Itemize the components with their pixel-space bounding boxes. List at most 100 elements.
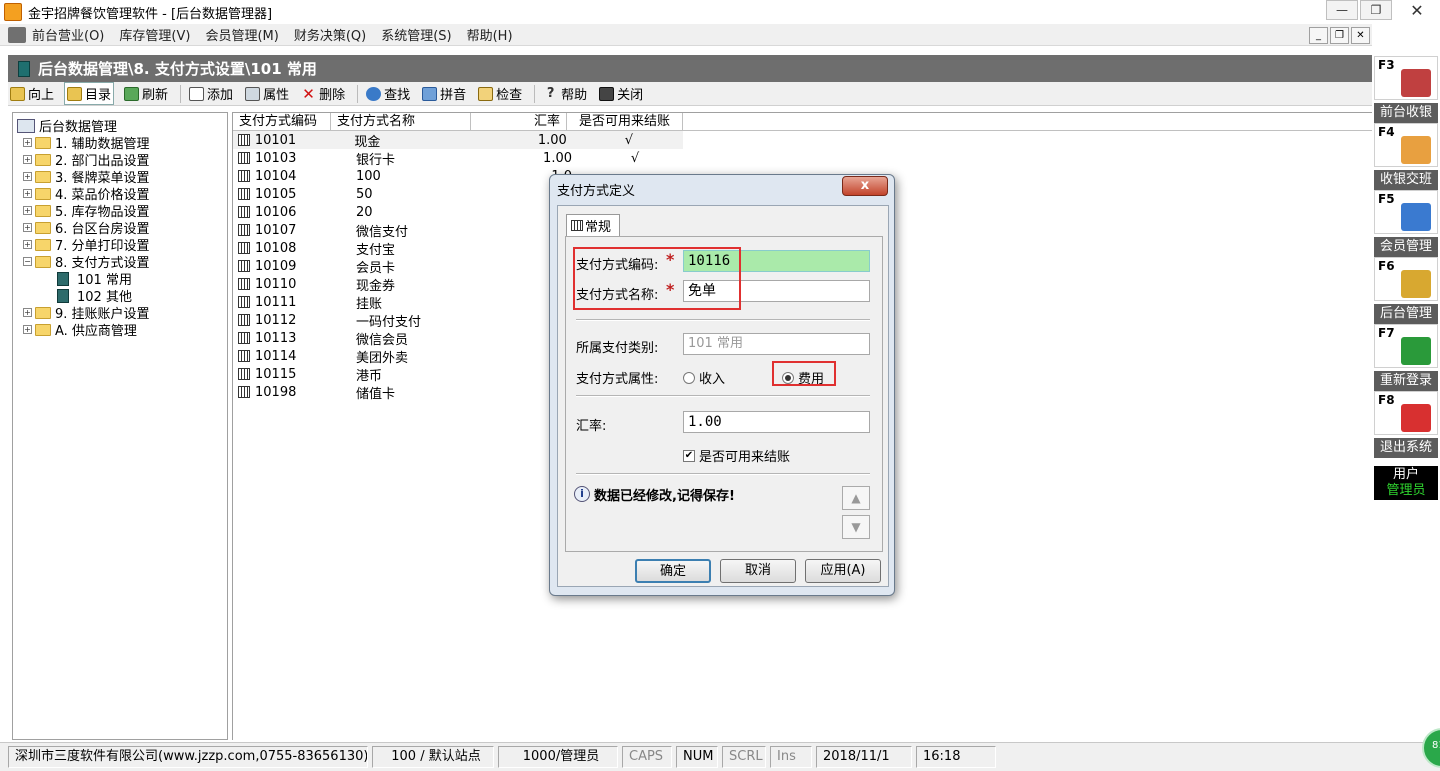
tree-root[interactable]: 后台数据管理: [17, 117, 227, 135]
grid-icon: [238, 152, 250, 164]
mdi-restore-button[interactable]: ❐: [1330, 27, 1349, 44]
move-up-button[interactable]: ▲: [842, 486, 870, 510]
pinyin-button[interactable]: 拼音: [420, 83, 468, 104]
restore-button[interactable]: ❐: [1360, 0, 1392, 20]
column-header-code[interactable]: 支付方式编码: [233, 113, 331, 131]
tree-item[interactable]: +4. 菜品价格设置: [17, 185, 227, 203]
cell-code: 10109: [255, 258, 297, 274]
menu-finance[interactable]: 财务决策(Q): [294, 25, 366, 44]
tree-item[interactable]: +1. 辅助数据管理: [17, 134, 227, 152]
refresh-button[interactable]: 刷新: [122, 83, 170, 104]
expand-icon[interactable]: +: [23, 138, 32, 147]
expand-icon[interactable]: +: [23, 223, 32, 232]
folder-up-icon: [10, 86, 25, 101]
cell-name: 银行卡: [356, 152, 396, 168]
tree-item-101[interactable]: 101 常用: [17, 270, 227, 288]
f8-exit-button[interactable]: F8 退出系统: [1374, 391, 1438, 458]
status-company: 深圳市三度软件有限公司(www.jzzp.com,0755-83656130): [8, 746, 368, 768]
delete-button[interactable]: ✕ 删除: [299, 83, 347, 104]
dialog-close-button[interactable]: x: [842, 176, 888, 196]
tree-item-payment[interactable]: −8. 支付方式设置: [17, 253, 227, 271]
menu-inventory[interactable]: 库存管理(V): [119, 25, 190, 44]
f7-relogin-button[interactable]: F7 重新登录: [1374, 324, 1438, 391]
cell-rate: 1.00: [543, 150, 572, 166]
tree-item[interactable]: +9. 挂账账户设置: [17, 304, 227, 322]
rate-field[interactable]: 1.00: [683, 411, 870, 433]
cell-code: 10112: [255, 312, 297, 328]
users-icon: [1401, 203, 1431, 231]
folder-icon: [35, 204, 51, 217]
mdi-close-button[interactable]: ✕: [1351, 27, 1370, 44]
folder-icon: [35, 187, 51, 200]
highlight-box: [772, 361, 836, 386]
status-bar: 深圳市三度软件有限公司(www.jzzp.com,0755-83656130) …: [0, 742, 1440, 771]
f6-back-office-button[interactable]: F6 后台管理: [1374, 257, 1438, 324]
collapse-icon[interactable]: −: [23, 257, 32, 266]
grid-icon: [238, 170, 250, 182]
tree-item[interactable]: +3. 餐牌菜单设置: [17, 168, 227, 186]
expand-icon[interactable]: +: [23, 189, 32, 198]
grid-icon: [238, 386, 250, 398]
usable-checkbox[interactable]: ✔ 是否可用来结账: [683, 446, 790, 465]
grid-icon: [238, 332, 250, 344]
dialog-body: 常规 支付方式编码: * 10116 支付方式名称: * 免单 所属支付类别: …: [557, 205, 889, 587]
menu-front-desk[interactable]: 前台营业(O): [32, 25, 104, 44]
mdi-minimize-button[interactable]: _: [1309, 27, 1328, 44]
delete-x-icon: ✕: [302, 84, 315, 103]
move-down-button[interactable]: ▼: [842, 515, 870, 539]
menu-members[interactable]: 会员管理(M): [205, 25, 278, 44]
tree-item[interactable]: +7. 分单打印设置: [17, 236, 227, 254]
cell-code: 10105: [255, 186, 297, 202]
status-num: NUM: [676, 746, 718, 768]
catalog-button[interactable]: 目录: [64, 82, 115, 105]
column-header-usable[interactable]: 是否可用来结账: [567, 113, 683, 131]
f5-member-management-button[interactable]: F5 会员管理: [1374, 190, 1438, 257]
rate-label: 汇率:: [576, 419, 607, 434]
add-button[interactable]: 添加: [187, 83, 235, 104]
column-header-name[interactable]: 支付方式名称: [331, 113, 471, 131]
check-button[interactable]: 检查: [476, 83, 524, 104]
table-row[interactable]: 10103 银行卡 1.00 √: [233, 149, 1372, 168]
tree-item[interactable]: +5. 库存物品设置: [17, 202, 227, 220]
cell-code: 10104: [255, 168, 297, 184]
category-label: 所属支付类别:: [576, 341, 659, 356]
table-row[interactable]: 10101 现金 1.00 √: [233, 131, 683, 150]
user-info: 用户 管理员: [1374, 466, 1438, 500]
properties-button[interactable]: 属性: [243, 83, 291, 104]
tree-item[interactable]: +6. 台区台房设置: [17, 219, 227, 237]
income-radio[interactable]: 收入: [683, 368, 725, 387]
mdi-icon[interactable]: [8, 26, 26, 43]
expand-icon[interactable]: +: [23, 155, 32, 164]
f3-front-cashier-button[interactable]: F3 前台收银: [1374, 56, 1438, 123]
tree-item[interactable]: +2. 部门出品设置: [17, 151, 227, 169]
clipboard-check-icon: [1401, 136, 1431, 164]
tree-item-102[interactable]: 102 其他: [17, 287, 227, 305]
minimize-button[interactable]: —: [1326, 0, 1358, 20]
help-button[interactable]: ? 帮助: [541, 83, 589, 104]
menu-help[interactable]: 帮助(H): [467, 25, 513, 44]
book-icon: [57, 271, 69, 286]
find-button[interactable]: 查找: [364, 83, 412, 104]
close-window-button[interactable]: ✕: [1394, 0, 1440, 20]
up-button[interactable]: 向上: [8, 83, 56, 104]
expand-icon[interactable]: +: [23, 308, 32, 317]
tab-general[interactable]: 常规: [566, 214, 621, 236]
cell-name: 支付宝: [356, 242, 396, 258]
cell-code: 10108: [255, 240, 297, 256]
tree-item[interactable]: + A. 供应商管理: [17, 321, 227, 339]
expand-icon[interactable]: +: [23, 206, 32, 215]
database-icon: [17, 118, 35, 133]
f4-shift-handover-button[interactable]: F4 收银交班: [1374, 123, 1438, 190]
column-header-rate[interactable]: 汇率: [471, 113, 567, 131]
menu-system[interactable]: 系统管理(S): [381, 25, 451, 44]
ok-button[interactable]: 确定: [635, 559, 711, 583]
close-button[interactable]: 关闭: [597, 83, 645, 104]
cancel-button[interactable]: 取消: [720, 559, 796, 583]
hourglass-icon: [1401, 337, 1431, 365]
expand-icon[interactable]: +: [23, 240, 32, 249]
grid-icon: [571, 220, 583, 231]
category-tree[interactable]: 后台数据管理 +1. 辅助数据管理 +2. 部门出品设置 +3. 餐牌菜单设置 …: [12, 112, 228, 740]
apply-button[interactable]: 应用(A): [805, 559, 881, 583]
expand-icon[interactable]: +: [23, 325, 32, 334]
expand-icon[interactable]: +: [23, 172, 32, 181]
